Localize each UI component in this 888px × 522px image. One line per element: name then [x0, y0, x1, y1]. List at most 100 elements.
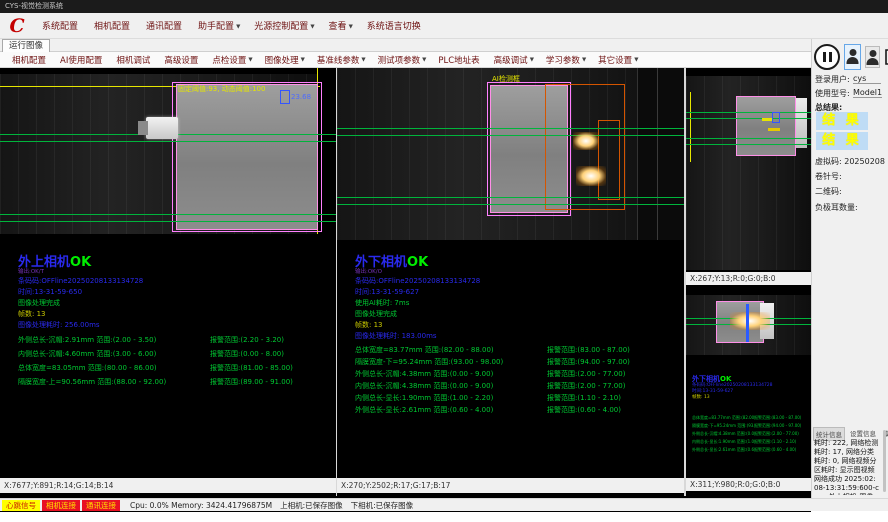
- window-titlebar: CYS-视觉检测系统: [0, 0, 888, 13]
- left-camera-view[interactable]: 固定阈值:93, 动态阈值:100 23.68 外上相机OK 输出:OK/T 条…: [0, 68, 336, 496]
- qr-code-label: 二维码:: [815, 186, 842, 197]
- login-user-value[interactable]: cys: [853, 74, 881, 84]
- toolbar-item[interactable]: 相机调试: [110, 54, 158, 66]
- window-title: CYS-视觉检测系统: [5, 2, 63, 10]
- measurement-row: 外侧总长-沉帽:4.38mm 范围:(0.00 - 9.00)报警范围:(2.0…: [355, 370, 630, 378]
- menu-items: 系统配置 相机配置 通讯配置 助手配置▼ 光源控制配置▼ 查看▼ 系统语言切换: [36, 13, 429, 38]
- chevron-down-icon: ▼: [236, 24, 240, 30]
- toolbar-item[interactable]: 基准线参数▼: [311, 54, 372, 66]
- frame-line: 帧数: 13: [18, 309, 143, 320]
- pause-button[interactable]: [814, 44, 840, 70]
- frame-line: 帧数: 13: [355, 320, 480, 331]
- menu-item[interactable]: 系统语言切换: [361, 16, 429, 35]
- camera-link-status-badge: 相机连接: [42, 500, 80, 511]
- chevron-down-icon: ▼: [530, 57, 534, 63]
- menu-item[interactable]: 通讯配置: [140, 16, 190, 35]
- ai-detect-box-inner: [598, 120, 620, 200]
- measurement-row: 外侧总长-显长:2.61mm 范围:(0.60 - 4.00)报警范围:(0.6…: [692, 447, 801, 452]
- proc-time-line: 图像处理耗时: 183.00ms: [355, 331, 480, 342]
- toolbar-item[interactable]: 测试项参数▼: [372, 54, 433, 66]
- menu-item[interactable]: 系统配置: [36, 16, 86, 35]
- needle-label: 卷针号:: [815, 171, 842, 182]
- log-scrollbar[interactable]: [883, 430, 886, 492]
- pause-icon: [829, 52, 832, 62]
- chevron-down-icon: ▼: [349, 24, 353, 30]
- left-measurements: 外侧总长-沉帽:2.91mm 范围:(2.00 - 3.50)报警范围:(2.2…: [18, 336, 293, 392]
- user-icon: [849, 49, 856, 56]
- middle-measurements: 总体宽度=83.77mm 范围:(82.00 - 88.00)报警范围:(83.…: [355, 346, 630, 418]
- chevron-down-icon: ▼: [634, 57, 638, 63]
- toolbar-item[interactable]: 图像处理▼: [259, 54, 311, 66]
- toolbar-item[interactable]: PLC地址表: [432, 54, 487, 66]
- toolbar-item[interactable]: 学习参数▼: [540, 54, 592, 66]
- toolbar-item[interactable]: 其它设置▼: [592, 54, 644, 66]
- baseline-overlay: [686, 144, 811, 145]
- measurement-row: 外侧总长-沉帽:2.91mm 范围:(2.00 - 3.50)报警范围:(2.2…: [18, 336, 293, 344]
- model-value[interactable]: Model1: [853, 88, 882, 98]
- barcode-line: 条码码:OFFline20250208133134728: [18, 276, 143, 287]
- small-top-camera-view[interactable]: X:267;Y:13;R:0;G:0;B:0: [686, 68, 811, 285]
- baseline-overlay: [0, 221, 336, 222]
- highlight-glow: [576, 166, 606, 186]
- baseline-overlay: [686, 112, 811, 113]
- measurement-row: 隔膜宽度-上=90.56mm 范围:(88.00 - 92.00)报警范围:(8…: [18, 378, 293, 386]
- toolbar-item[interactable]: 相机配置: [6, 54, 54, 66]
- virtual-code-value: 20250208: [844, 157, 885, 166]
- left-pixel-coords: X:7677;Y:891;R:14;G:14;B:14: [0, 478, 336, 493]
- menu-item[interactable]: 助手配置▼: [192, 16, 246, 35]
- logout-button[interactable]: [884, 44, 888, 70]
- sidebar-buttons: [814, 43, 888, 71]
- toolbar-item[interactable]: 点检设置▼: [206, 54, 258, 66]
- small-top-pixel-coords: X:267;Y:13;R:0;G:0;B:0: [686, 272, 811, 285]
- time-line: 时间:13-31-59-650: [18, 287, 143, 298]
- detected-cell-region: [736, 96, 796, 156]
- middle-camera-view[interactable]: AI检测框 外下相机OK 输出:OK/O 条码码:OFFline20250208…: [337, 68, 684, 496]
- tab-count-label: 负极耳数量:: [815, 202, 858, 213]
- measurement-row: 总体宽度=83.77mm 范围:(82.00 - 88.00)报警范围:(83.…: [692, 415, 801, 420]
- login-user-label: 登录用户:: [815, 74, 850, 85]
- chevron-down-icon: ▼: [361, 57, 365, 63]
- chevron-down-icon: ▼: [310, 24, 314, 30]
- tab-run-image[interactable]: 运行图像: [2, 39, 50, 53]
- measure-box: [280, 90, 290, 104]
- output-line: 输出:OK/T: [18, 269, 143, 276]
- toolbar-item[interactable]: AI使用配置: [54, 54, 110, 66]
- lower-camera-saved-text: 下相机:已保存图像: [351, 500, 414, 511]
- connector-glow: [730, 312, 770, 330]
- chevron-down-icon: ▼: [301, 57, 305, 63]
- menu-item[interactable]: 相机配置: [88, 16, 138, 35]
- connector-tab: [146, 117, 178, 139]
- small-bottom-camera-view[interactable]: 外下相机OK 条码码:OFFline20250208133134728 时间:1…: [686, 285, 811, 496]
- connector-base: [138, 121, 148, 135]
- heartbeat-status-badge: 心跳信号: [2, 500, 40, 511]
- operator-button[interactable]: [865, 46, 880, 68]
- measure-box: [772, 112, 780, 123]
- chevron-down-icon: ▼: [422, 57, 426, 63]
- measurement-row: 外侧总长-显长:2.61mm 范围:(0.60 - 4.00)报警范围:(0.6…: [355, 406, 630, 414]
- measurement-row: 内侧总长-显长:1.90mm 范围:(1.00 - 2.20)报警范围:(1.1…: [355, 394, 630, 402]
- pause-icon: [823, 52, 826, 62]
- toolbar-item[interactable]: 高级调试▼: [488, 54, 540, 66]
- baseline-overlay: [0, 141, 336, 142]
- menu-item[interactable]: 查看▼: [323, 16, 359, 35]
- blue-marker-bar: [746, 304, 749, 342]
- baseline-overlay: [337, 204, 684, 205]
- menu-item[interactable]: 光源控制配置▼: [248, 16, 320, 35]
- yellow-marker: [768, 128, 780, 131]
- toolbar-item[interactable]: 高级设置: [158, 54, 206, 66]
- ai-overlay-label: AI检测框: [492, 74, 520, 84]
- proc-time-line: 图像处理耗时: 256.00ms: [18, 320, 143, 331]
- measurement-row: 外侧总长-沉帽:4.38mm 范围:(0.00 - 9.00)报警范围:(2.0…: [692, 431, 801, 436]
- baseline-overlay: [337, 135, 684, 136]
- chevron-down-icon: ▼: [248, 57, 252, 63]
- highlight-glow: [573, 132, 599, 150]
- app-logo-icon: C: [3, 15, 31, 37]
- barcode-line: 条码码:OFFline20250208133134728: [355, 276, 480, 287]
- measurement-row: 内侧总长-沉帽:4.38mm 范围:(0.00 - 9.00)报警范围:(2.0…: [355, 382, 630, 390]
- small-measurements: 总体宽度=83.77mm 范围:(82.00 - 88.00)报警范围:(83.…: [692, 415, 801, 452]
- camera-result-title: 外上相机OK: [18, 256, 143, 269]
- time-line: 时间:13-31-59-627: [355, 287, 480, 298]
- user-button[interactable]: [844, 44, 861, 70]
- spacer: [692, 401, 801, 415]
- left-result-block: 外上相机OK 输出:OK/T 条码码:OFFline20250208133134…: [18, 256, 143, 331]
